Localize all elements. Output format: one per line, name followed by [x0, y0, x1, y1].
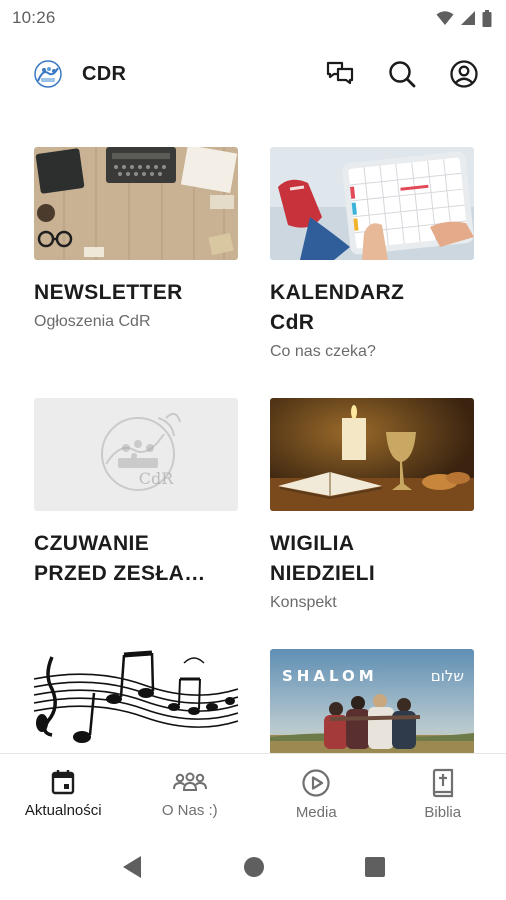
- nav-label: Biblia: [424, 804, 462, 821]
- card-title: NEWSLETTER: [34, 281, 183, 304]
- chat-button[interactable]: [316, 50, 364, 98]
- account-button[interactable]: [440, 50, 488, 98]
- card-shalom[interactable]: SHALOM שלום: [270, 649, 474, 753]
- card-czuwanie[interactable]: CdR CZUWANIE PRZED ZESŁA…: [34, 398, 238, 589]
- wifi-icon: [436, 11, 454, 25]
- card-music[interactable]: [34, 649, 238, 753]
- news-grid: NEWSLETTER Ogłoszenia CdR KALENDARZ CdR …: [0, 130, 506, 753]
- nav-item-aktualnosci[interactable]: Aktualności: [0, 754, 127, 833]
- app-logo: [32, 58, 64, 90]
- nav-label: Media: [295, 804, 337, 821]
- search-icon: [389, 61, 416, 88]
- app-title: CDR: [82, 62, 127, 85]
- card-image-kalendarz: [270, 147, 474, 260]
- calendar-icon: [52, 770, 75, 795]
- card-image-placeholder: CdR: [34, 398, 238, 511]
- nav-item-o-nas[interactable]: O Nas :): [127, 754, 254, 833]
- status-bar: 10:26: [0, 0, 506, 36]
- status-icons: [436, 9, 492, 27]
- card-wigilia[interactable]: WIGILIA NIEDZIELI Konspekt: [270, 398, 474, 614]
- cell-signal-icon: [461, 11, 475, 25]
- search-button[interactable]: [378, 50, 426, 98]
- card-image-wigilia: [270, 398, 474, 511]
- card-image-music: [34, 649, 238, 753]
- chat-icon: [326, 61, 354, 85]
- back-icon[interactable]: [121, 855, 143, 879]
- play-icon: [302, 769, 330, 797]
- card-title: WIGILIA NIEDZIELI: [270, 532, 376, 585]
- group-icon: [172, 772, 207, 791]
- card-image-shalom: SHALOM שלום: [270, 649, 474, 753]
- card-kalendarz[interactable]: KALENDARZ CdR Co nas czeka?: [270, 147, 474, 363]
- app-bar: CDR: [0, 44, 506, 104]
- cdr-logo-icon: [34, 60, 62, 88]
- account-icon: [450, 60, 478, 88]
- recents-icon[interactable]: [365, 856, 385, 877]
- status-time: 10:26: [12, 8, 56, 27]
- card-subtitle: Ogłoszenia CdR: [34, 313, 151, 330]
- nav-item-biblia[interactable]: Biblia: [380, 754, 506, 833]
- card-image-newsletter: [34, 147, 238, 260]
- card-title: KALENDARZ CdR: [270, 281, 405, 334]
- card-newsletter[interactable]: NEWSLETTER Ogłoszenia CdR: [34, 147, 238, 333]
- card-subtitle: Co nas czeka?: [270, 343, 376, 360]
- app-actions: [316, 50, 488, 98]
- card-subtitle: Konspekt: [270, 594, 337, 611]
- nav-item-media[interactable]: Media: [253, 754, 380, 833]
- system-navigation-bar: [0, 833, 506, 900]
- card-title: CZUWANIE PRZED ZESŁA…: [34, 532, 206, 585]
- shalom-hebrew-text: שלום: [431, 667, 464, 685]
- placeholder-logo-text: CdR: [139, 469, 174, 488]
- shalom-latin-text: SHALOM: [282, 667, 378, 685]
- nav-label: Aktualności: [24, 802, 102, 819]
- bottom-navigation: Aktualności O Nas :) Media Biblia: [0, 753, 506, 833]
- battery-icon: [482, 9, 492, 27]
- bible-icon: [432, 768, 453, 798]
- home-icon[interactable]: [243, 856, 265, 878]
- nav-label: O Nas :): [161, 802, 218, 819]
